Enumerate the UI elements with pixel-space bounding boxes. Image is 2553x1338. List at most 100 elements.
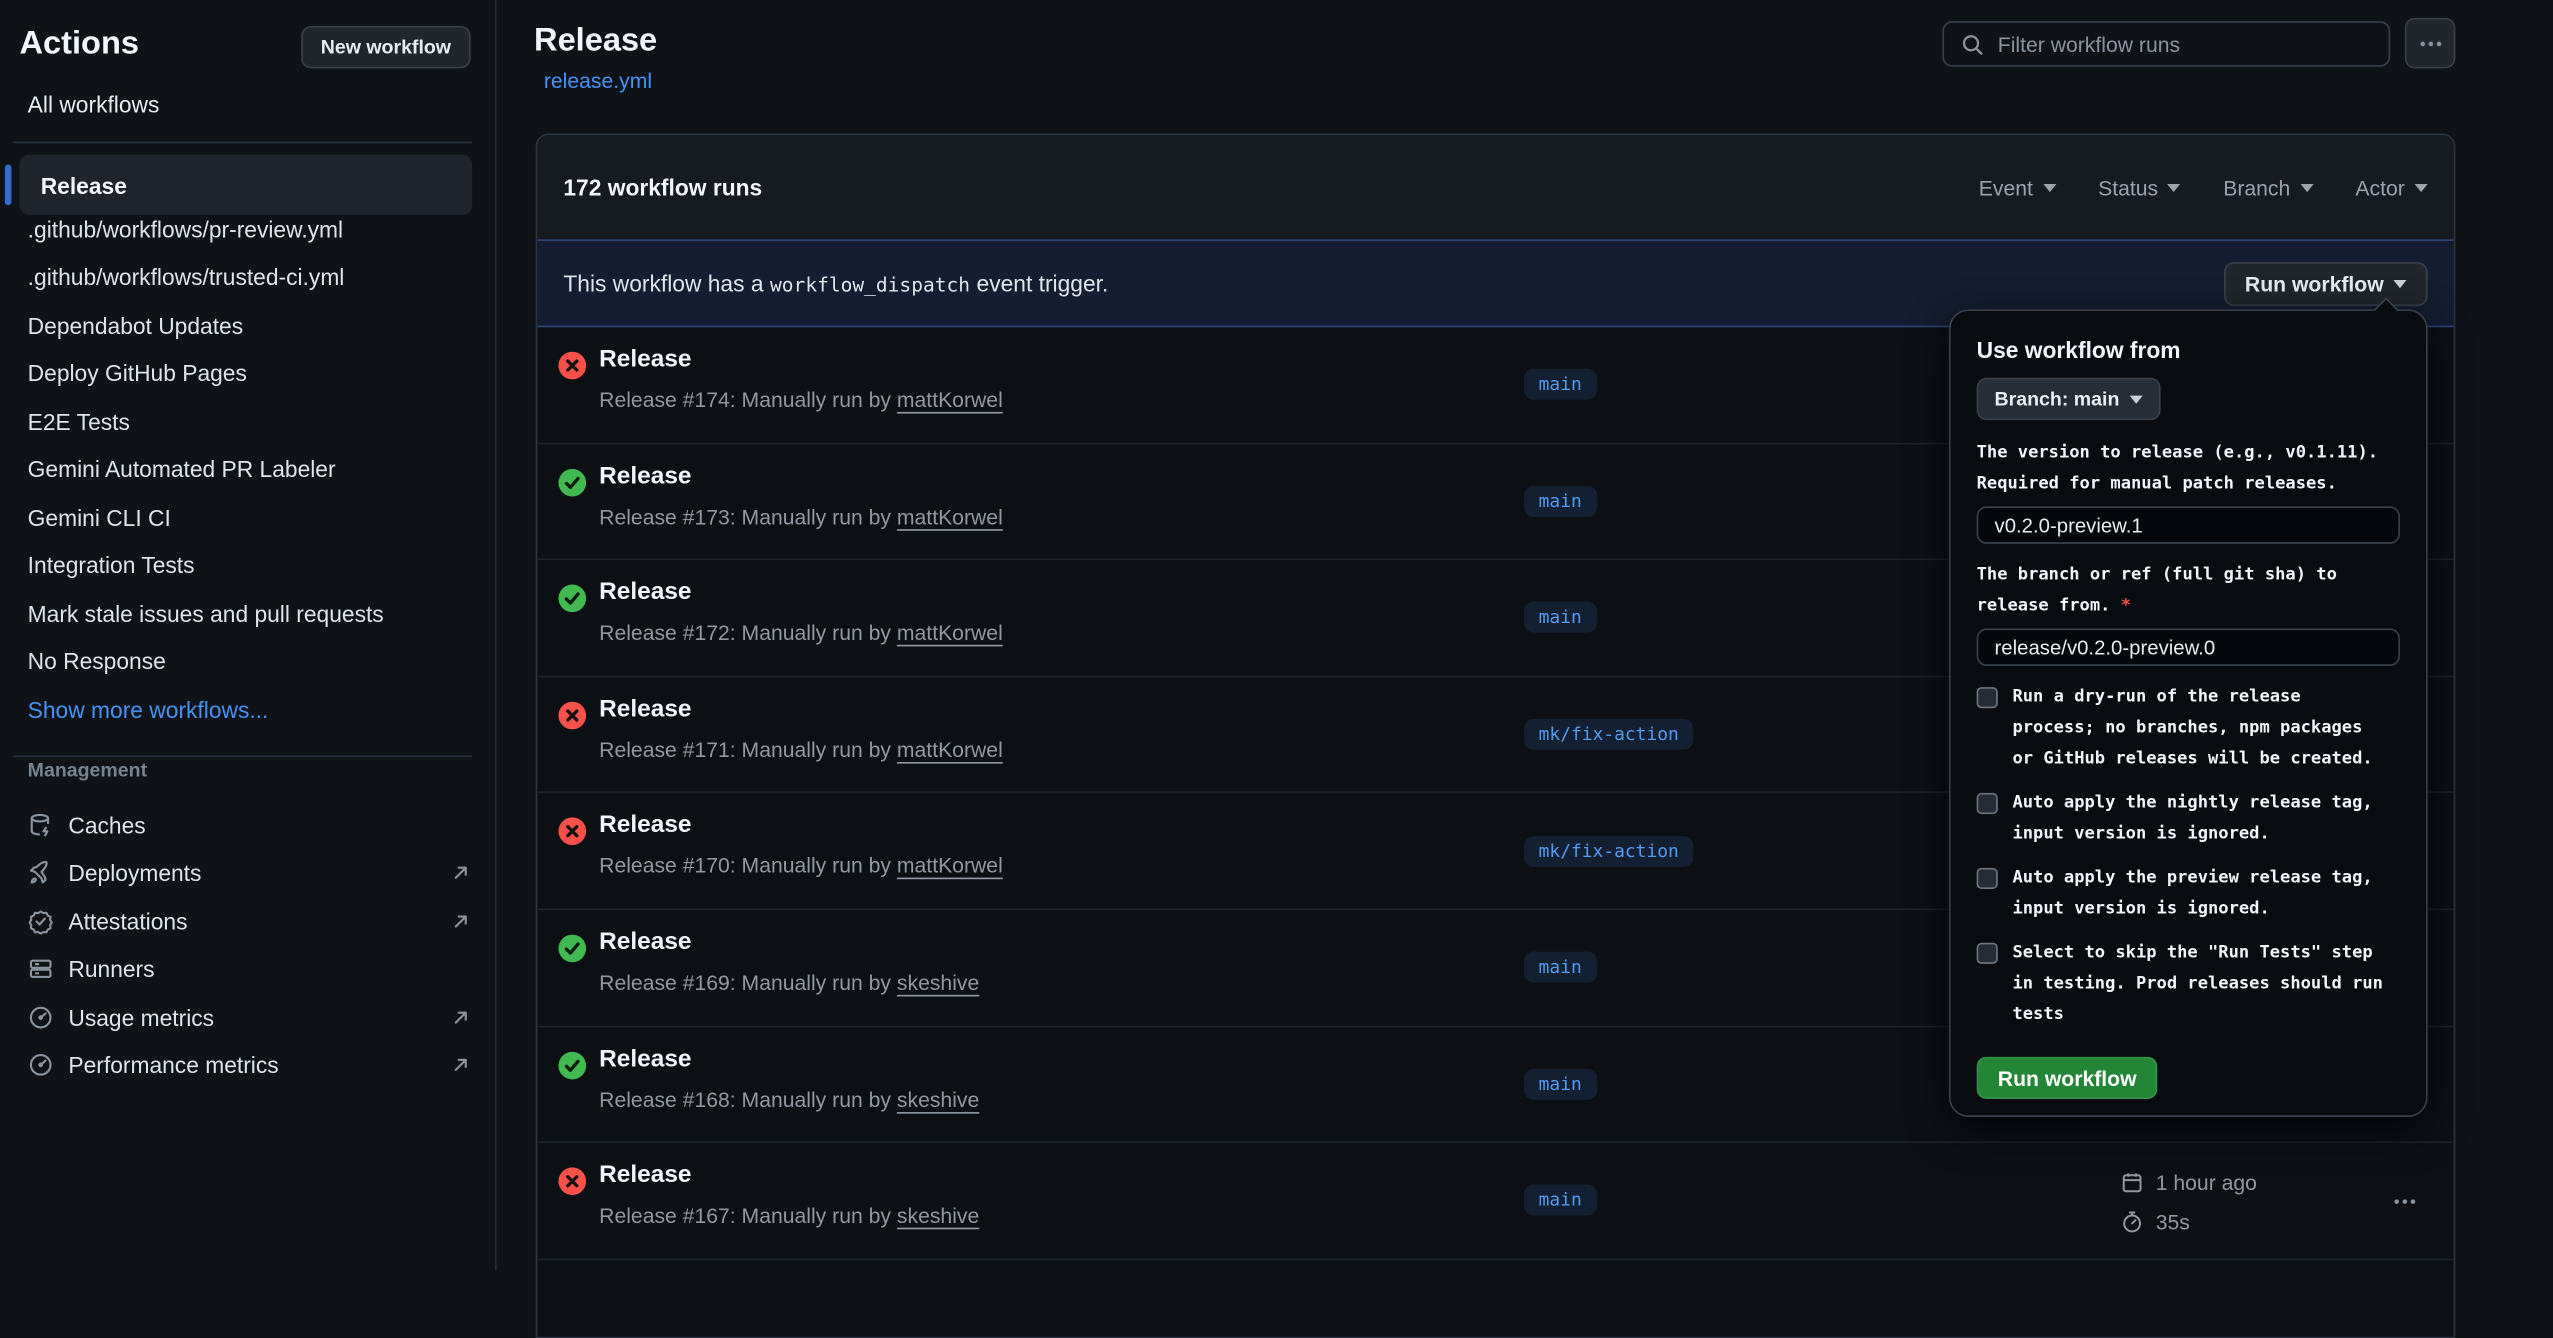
external-link-icon [449, 910, 472, 933]
sidebar-item-workflow[interactable]: Deploy GitHub Pages [28, 349, 477, 397]
calendar-icon [2120, 1170, 2144, 1194]
banner-text: This workflow has aworkflow_dispatcheven… [563, 270, 1108, 296]
x-circle-icon [558, 1168, 586, 1196]
external-link-icon [449, 862, 472, 885]
run-options-kebab-button[interactable] [2392, 1189, 2418, 1223]
branch-badge[interactable]: main [1524, 602, 1596, 633]
server-icon [28, 956, 54, 982]
branch-badge[interactable]: mk/fix-action [1524, 836, 1693, 867]
sidebar-item-workflow[interactable]: Dependabot Updates [28, 301, 477, 349]
run-title-link[interactable]: Release [599, 695, 691, 723]
sidebar-item-workflow[interactable]: .github/workflows/pr-review.yml [28, 205, 477, 253]
check-circle-icon [558, 935, 586, 963]
checkbox-label: Auto apply the preview release tag, inpu… [2012, 863, 2386, 925]
run-title-link[interactable]: Release [599, 1161, 691, 1189]
checkbox[interactable] [1977, 687, 1998, 708]
checkbox[interactable] [1977, 868, 1998, 889]
search-icon [1960, 32, 1984, 56]
checkbox[interactable] [1977, 943, 1998, 964]
filter-input[interactable] [1998, 32, 2372, 56]
run-title-link[interactable]: Release [599, 1045, 691, 1073]
run-subtitle: Release #168: Manually run by skeshive [599, 1087, 979, 1111]
actor-link[interactable]: skeshive [897, 1203, 979, 1227]
run-subtitle: Release #170: Manually run by mattKorwel [599, 854, 1003, 878]
sidebar-item-runners[interactable]: Runners [28, 945, 472, 993]
panel-checkbox-list: Run a dry-run of the release process; no… [1977, 682, 2400, 1030]
sidebar-item-all-workflows[interactable]: All workflows [28, 91, 160, 117]
actor-link[interactable]: mattKorwel [897, 621, 1003, 645]
panel-checkbox-group: Auto apply the preview release tag, inpu… [1977, 863, 2400, 925]
sidebar-item-workflow[interactable]: Integration Tests [28, 541, 477, 589]
run-workflow-submit-button[interactable]: Run workflow [1977, 1057, 2158, 1099]
management-item-label: Runners [68, 956, 154, 982]
sidebar-item-performance-metrics[interactable]: Performance metrics [28, 1041, 472, 1089]
run-count: 172 workflow runs [563, 174, 762, 200]
workflow-options-kebab-button[interactable] [2405, 18, 2455, 68]
x-circle-icon [558, 352, 586, 380]
actor-link[interactable]: skeshive [897, 970, 979, 994]
actor-link[interactable]: mattKorwel [897, 504, 1003, 528]
branch-badge[interactable]: main [1524, 486, 1596, 517]
ref-input[interactable] [1977, 628, 2400, 665]
event-filter-dropdown[interactable]: Event [1979, 175, 2056, 199]
branch-badge[interactable]: main [1524, 1069, 1596, 1100]
actor-filter-dropdown[interactable]: Actor [2355, 175, 2427, 199]
run-workflow-dropdown-button[interactable]: Run workflow [2224, 261, 2428, 305]
run-filters: Event Status Branch Actor [1979, 175, 2428, 199]
meter-icon [28, 1004, 54, 1030]
cache-icon [28, 812, 54, 838]
sidebar-item-workflow[interactable]: Gemini CLI CI [28, 493, 477, 541]
runs-list-header: 172 workflow runs Event Status Branch Ac… [537, 135, 2453, 239]
branch-badge[interactable]: main [1524, 952, 1596, 983]
run-title-link[interactable]: Release [599, 345, 691, 373]
actor-link[interactable]: skeshive [897, 1087, 979, 1111]
branch-badge[interactable]: main [1524, 1185, 1596, 1216]
sidebar-item-workflow[interactable]: Gemini Automated PR Labeler [28, 445, 477, 493]
sidebar-item-workflow[interactable]: Show more workflows... [28, 685, 477, 733]
actor-link[interactable]: mattKorwel [897, 388, 1003, 412]
management-section-label: Management [28, 759, 147, 782]
rocket-icon [28, 860, 54, 886]
filter-workflow-runs-input[interactable] [1942, 21, 2390, 67]
workflow-run-row: ReleaseRelease #167: Manually run by ske… [537, 1143, 2453, 1260]
run-title-link[interactable]: Release [599, 578, 691, 606]
run-title-link[interactable]: Release [599, 811, 691, 839]
branch-filter-dropdown[interactable]: Branch [2223, 175, 2313, 199]
panel-checkbox-group: Select to skip the "Run Tests" step in t… [1977, 938, 2400, 1031]
status-filter-dropdown[interactable]: Status [2098, 175, 2181, 199]
run-workflow-panel: Use workflow from Branch: main The versi… [1949, 309, 2428, 1117]
branch-badge[interactable]: main [1524, 369, 1596, 400]
chevron-down-icon [2168, 183, 2181, 191]
branch-selector-button[interactable]: Branch: main [1977, 378, 2160, 420]
management-item-label: Usage metrics [68, 1004, 214, 1030]
chevron-down-icon [2129, 395, 2142, 403]
run-time: 1 hour ago [2156, 1170, 2257, 1194]
run-title-link[interactable]: Release [599, 462, 691, 490]
version-input[interactable] [1977, 506, 2400, 543]
run-subtitle: Release #172: Manually run by mattKorwel [599, 621, 1003, 645]
workflow-file-link[interactable]: release.yml [544, 68, 652, 92]
verified-icon [28, 908, 54, 934]
actor-link[interactable]: mattKorwel [897, 737, 1003, 761]
sidebar-item-workflow[interactable]: Mark stale issues and pull requests [28, 589, 477, 637]
run-meta: 1 hour ago35s [2120, 1163, 2257, 1241]
checkbox[interactable] [1977, 793, 1998, 814]
sidebar-item-deployments[interactable]: Deployments [28, 849, 472, 897]
sidebar-item-workflow[interactable]: No Response [28, 637, 477, 685]
check-circle-icon [558, 585, 586, 613]
run-subtitle: Release #169: Manually run by skeshive [599, 970, 979, 994]
new-workflow-button[interactable]: New workflow [301, 26, 470, 68]
required-asterisk: * [2121, 596, 2131, 616]
sidebar-item-attestations[interactable]: Attestations [28, 897, 472, 945]
actor-link[interactable]: mattKorwel [897, 854, 1003, 878]
sidebar-item-usage-metrics[interactable]: Usage metrics [28, 993, 472, 1041]
check-circle-icon [558, 1051, 586, 1079]
sidebar-item-workflow[interactable]: E2E Tests [28, 397, 477, 445]
run-title-link[interactable]: Release [599, 928, 691, 956]
run-subtitle: Release #174: Manually run by mattKorwel [599, 388, 1003, 412]
branch-badge[interactable]: mk/fix-action [1524, 719, 1693, 750]
selected-indicator [5, 164, 12, 205]
external-link-icon [449, 1054, 472, 1077]
sidebar-item-caches[interactable]: Caches [28, 801, 472, 849]
sidebar-item-workflow[interactable]: .github/workflows/trusted-ci.yml [28, 253, 477, 301]
